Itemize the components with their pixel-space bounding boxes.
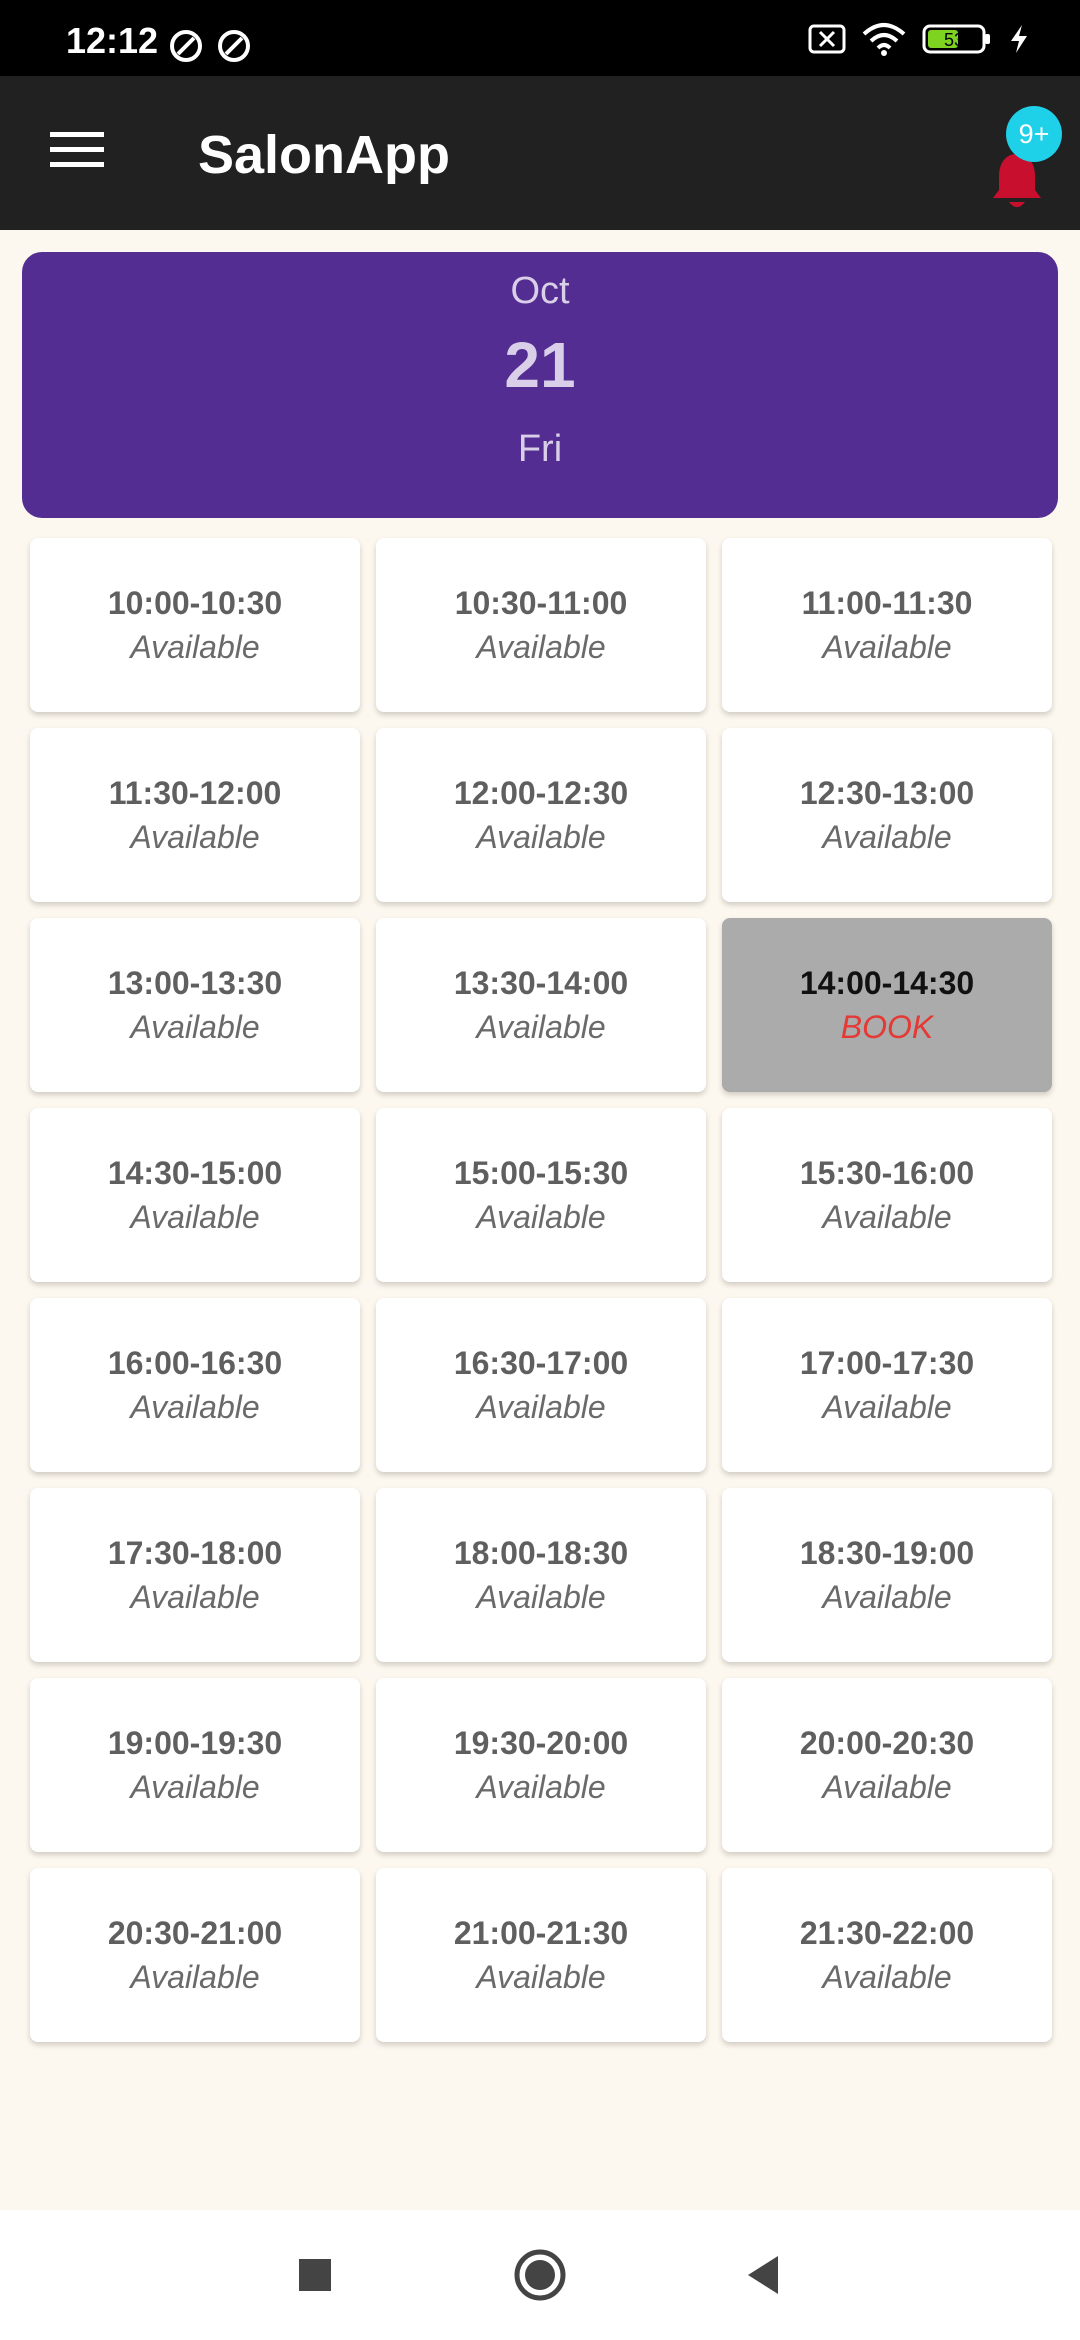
slot-grid: 10:00-10:30 Available 10:30-11:00 Availabl… [30,538,1052,2042]
time-slot[interactable]: 20:00-20:30 Available [722,1678,1052,1852]
slot-status: Available [130,819,260,855]
slot-status: Available [130,1959,260,1995]
slot-status: Available [822,629,952,665]
slot-status: Available [130,1579,260,1615]
slot-time: 19:30-20:00 [453,1725,629,1761]
slot-status: Available [130,629,260,665]
slot-time: 15:30-16:00 [799,1155,975,1191]
slot-status: Available [822,1199,952,1235]
slot-time: 18:00-18:30 [453,1535,629,1571]
status-right-icons: 53 [808,22,1030,56]
slot-status: Available [476,1769,606,1805]
notification-button[interactable]: 9+ [980,106,1070,216]
time-slot[interactable]: 12:30-13:00 Available [722,728,1052,902]
status-bar: 12:12 53 [0,0,1080,76]
time-slot[interactable]: 19:00-19:30 Available [30,1678,360,1852]
time-slot[interactable]: 12:00-12:30 Available [376,728,706,902]
slot-time: 14:00-14:30 [799,965,975,1001]
time-slot[interactable]: 21:30-22:00 Available [722,1868,1052,2042]
slot-status: Available [822,1389,952,1425]
app-bar: SalonApp 9+ [0,76,1080,230]
status-left-icons [168,28,252,64]
slot-time: 14:30-15:00 [107,1155,283,1191]
date-month: Oct [510,270,570,312]
time-slot[interactable]: 13:30-14:00 Available [376,918,706,1092]
slot-time: 15:00-15:30 [453,1155,629,1191]
slot-status: Available [822,1959,952,1995]
system-nav-bar [0,2210,1080,2340]
time-slot[interactable]: 19:30-20:00 Available [376,1678,706,1852]
slot-time: 21:30-22:00 [799,1915,975,1951]
slot-time: 16:00-16:30 [107,1345,283,1381]
time-slot[interactable]: 13:00-13:30 Available [30,918,360,1092]
date-day: 21 [504,329,576,401]
time-slot[interactable]: 17:00-17:30 Available [722,1298,1052,1472]
time-slot[interactable]: 14:30-15:00 Available [30,1108,360,1282]
slot-time: 20:30-21:00 [107,1915,283,1951]
slot-time: 18:30-19:00 [799,1535,975,1571]
no-sim-icon [808,24,846,54]
battery-icon: 53 [922,24,990,54]
time-slot[interactable]: 20:30-21:00 Available [30,1868,360,2042]
time-slot[interactable]: 17:30-18:00 Available [30,1488,360,1662]
slot-status: Available [130,1199,260,1235]
time-slot[interactable]: 21:00-21:30 Available [376,1868,706,2042]
back-triangle-icon[interactable] [738,2248,792,2302]
slot-status: Available [476,1579,606,1615]
slot-time: 13:30-14:00 [453,965,629,1001]
circle-icon[interactable] [513,2248,567,2302]
slot-status: Available [822,1769,952,1805]
slot-time: 20:00-20:30 [799,1725,975,1761]
slot-time: 12:00-12:30 [453,775,629,811]
slot-status: Available [130,1389,260,1425]
wifi-icon [862,23,906,56]
slot-status: Available [130,1009,260,1045]
time-slot[interactable]: 16:30-17:00 Available [376,1298,706,1472]
book-label[interactable]: BOOK [841,1005,933,1049]
slot-status: Available [130,1769,260,1805]
at-sign-icon [218,30,250,62]
square-icon[interactable] [288,2248,342,2302]
time-slot[interactable]: 18:00-18:30 Available [376,1488,706,1662]
slot-time: 11:00-11:30 [801,585,973,621]
slot-time: 11:30-12:00 [108,775,282,811]
time-slot[interactable]: 16:00-16:30 Available [30,1298,360,1472]
slot-time: 16:30-17:00 [453,1345,629,1381]
time-slot[interactable]: 11:00-11:30 Available [722,538,1052,712]
slot-time: 13:00-13:30 [107,965,283,1001]
slot-time: 17:30-18:00 [107,1535,283,1571]
time-slot[interactable]: 11:30-12:00 Available [30,728,360,902]
time-slot[interactable]: 15:00-15:30 Available [376,1108,706,1282]
slot-time: 10:00-10:30 [107,585,283,621]
status-time: 12:12 [66,20,159,61]
slot-time: 10:30-11:00 [454,585,628,621]
slot-status: Available [476,1389,606,1425]
time-slot[interactable]: 10:30-11:00 Available [376,538,706,712]
slot-time: 12:30-13:00 [799,775,975,811]
menu-icon[interactable] [50,130,104,170]
date-card: Oct 21 Fri [22,252,1058,518]
slot-status: Available [476,1959,606,1995]
slot-status: Available [822,1579,952,1615]
slot-status: Available [476,819,606,855]
slot-status: Available [822,819,952,855]
slot-time: 21:00-21:30 [453,1915,629,1951]
date-weekday: Fri [517,428,563,470]
slot-status: Available [476,629,606,665]
at-sign-icon [170,30,202,62]
battery-level: 53 [944,30,964,50]
charging-icon [1011,25,1027,53]
slot-time: 17:00-17:30 [799,1345,975,1381]
slot-status: Available [476,1009,606,1045]
time-slot[interactable]: 15:30-16:00 Available [722,1108,1052,1282]
time-slot[interactable]: 10:00-10:30 Available [30,538,360,712]
time-slot-selected[interactable]: 14:00-14:30 BOOK [722,918,1052,1092]
slot-status: Available [476,1199,606,1235]
time-slot[interactable]: 18:30-19:00 Available [722,1488,1052,1662]
notification-badge: 9+ [1006,106,1062,162]
app-title: SalonApp [198,125,450,185]
slot-time: 19:00-19:30 [107,1725,283,1761]
